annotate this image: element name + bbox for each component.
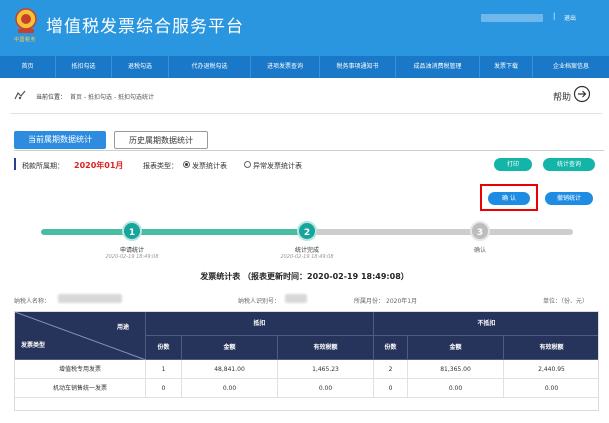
header-no-deduct-amount: 金额 [408, 336, 504, 360]
header-no-deduct-count: 份数 [374, 336, 408, 360]
period-value: 2020年01月 [74, 161, 124, 170]
radio-invoice-stats[interactable] [183, 161, 190, 168]
user-name-masked [481, 14, 543, 22]
table-cell-no-deduct-count: 0 [374, 379, 408, 398]
breadcrumb-label: 当前位置： [36, 94, 67, 101]
table-cell-no-deduct-amount: 81,365.00 [408, 360, 504, 379]
step-1-circle: 1 [122, 221, 142, 241]
stats-query-button[interactable]: 统计查询 [543, 158, 595, 171]
app-title: 增值税发票综合服务平台 [46, 17, 244, 37]
nav-item-deduct-select[interactable]: 抵扣勾选 [56, 56, 112, 78]
table-corner-header: 发票类型 用途 [15, 312, 146, 360]
revoke-stats-button[interactable]: 撤销统计 [545, 192, 593, 205]
step-3-label: 确认 [473, 247, 486, 254]
table-row-type: 机动车销售统一发票 [15, 379, 146, 398]
header-deduct: 抵扣 [146, 312, 374, 336]
header-deduct-count: 份数 [146, 336, 182, 360]
nav-item-oil-tax[interactable]: 成品油消费税管理 [396, 56, 480, 78]
table-cell-no-deduct-tax: 2,440.95 [504, 360, 598, 379]
radio-invoice-stats-label[interactable]: 发票统计表 [192, 161, 227, 171]
taxpayer-name-label: 纳税人名称： [14, 298, 51, 305]
header-invoice-type: 发票类型 [21, 342, 46, 349]
tab-history-period[interactable]: 历史属期数据统计 [114, 131, 208, 149]
nav-item-tax-notice[interactable]: 税务事项通知书 [320, 56, 396, 78]
table-cell-deduct-count: 1 [146, 360, 182, 379]
nav-item-invoice-download[interactable]: 发票下载 [480, 56, 533, 78]
app-header: 中国税务 增值税发票综合服务平台 | 退出 [0, 0, 609, 56]
table-cell-deduct-count: 0 [146, 379, 182, 398]
logo-subtitle: 中国税务 [14, 37, 37, 43]
header-separator: | [553, 12, 556, 20]
header-deduct-amount: 金额 [182, 336, 278, 360]
table-cell-no-deduct-amount: 0.00 [408, 379, 504, 398]
invoice-stats-table: 发票类型 用途 抵扣 不抵扣 份数 金额 有效税额 份数 金额 有效税额 增值税… [14, 311, 599, 411]
arrow-right-circle-icon[interactable] [573, 85, 591, 103]
confirm-button[interactable]: 确 认 [488, 192, 530, 205]
nav-item-input-invoice-query[interactable]: 进项发票查询 [251, 56, 320, 78]
step-2-circle: 2 [297, 221, 317, 241]
header-deduct-tax: 有效税额 [278, 336, 374, 360]
header-no-deduct-tax: 有效税额 [504, 336, 598, 360]
nav-item-agent-refund-select[interactable]: 代办退税勾选 [169, 56, 251, 78]
table-cell-deduct-amount: 0.00 [182, 379, 278, 398]
tax-emblem-icon [15, 8, 37, 33]
table-row-type: 增值税专用发票 [15, 360, 146, 379]
report-type-label: 报表类型： [143, 162, 178, 170]
step-2-label: 统计完成 [294, 247, 319, 254]
period-month-value: 2020年1月 [386, 298, 418, 305]
taxpayer-id-label: 纳税人识别号： [238, 298, 281, 305]
unit-label: 单位：（份、元） [543, 298, 589, 305]
nav-item-enterprise-info[interactable]: 企业档案信息 [533, 56, 609, 78]
nav-item-home[interactable]: 首页 [0, 56, 56, 78]
nav-item-refund-select[interactable]: 退税勾选 [112, 56, 169, 78]
period-label: 税款所属期： [22, 162, 64, 170]
table-cell-no-deduct-count: 2 [374, 360, 408, 379]
header-no-deduct: 不抵扣 [374, 312, 598, 336]
period-month-label: 所属月份： [354, 298, 385, 305]
radio-abnormal-stats-label[interactable]: 异常发票统计表 [253, 161, 302, 171]
print-button[interactable]: 打印 [494, 158, 532, 171]
step-3-circle: 3 [470, 221, 490, 241]
step-1-time: 2020-02-19 18:49:08 [105, 254, 159, 260]
taxpayer-id-masked [285, 294, 307, 303]
tab-current-period[interactable]: 当前属期数据统计 [14, 131, 106, 149]
breadcrumb: 首页 - 抵扣勾选 - 抵扣勾选统计 [70, 94, 154, 101]
logout-link[interactable]: 退出 [564, 13, 576, 22]
progress-track-pending [313, 229, 573, 235]
location-icon [14, 90, 26, 100]
help-link[interactable]: 帮助 [553, 90, 571, 103]
progress-track-done [41, 229, 313, 235]
step-1-label: 申请统计 [119, 247, 144, 254]
main-nav: 首页 抵扣勾选 退税勾选 代办退税勾选 进项发票查询 税务事项通知书 成品油消费… [0, 56, 609, 78]
section-marker [14, 158, 16, 170]
header-usage: 用途 [117, 324, 130, 331]
radio-abnormal-stats[interactable] [244, 161, 251, 168]
table-cell-deduct-tax: 0.00 [278, 379, 374, 398]
divider [10, 113, 602, 114]
taxpayer-name-masked [58, 294, 122, 303]
step-2-time: 2020-02-19 18:49:08 [280, 254, 334, 260]
table-cell-deduct-amount: 48,841.00 [182, 360, 278, 379]
table-cell-no-deduct-tax: 0.00 [504, 379, 598, 398]
diagonal-line-icon [15, 312, 146, 360]
table-cell-deduct-tax: 1,465.23 [278, 360, 374, 379]
report-title: 发票统计表 （报表更新时间：2020-02-19 18:49:08） [200, 272, 409, 281]
tab-divider [14, 150, 604, 151]
